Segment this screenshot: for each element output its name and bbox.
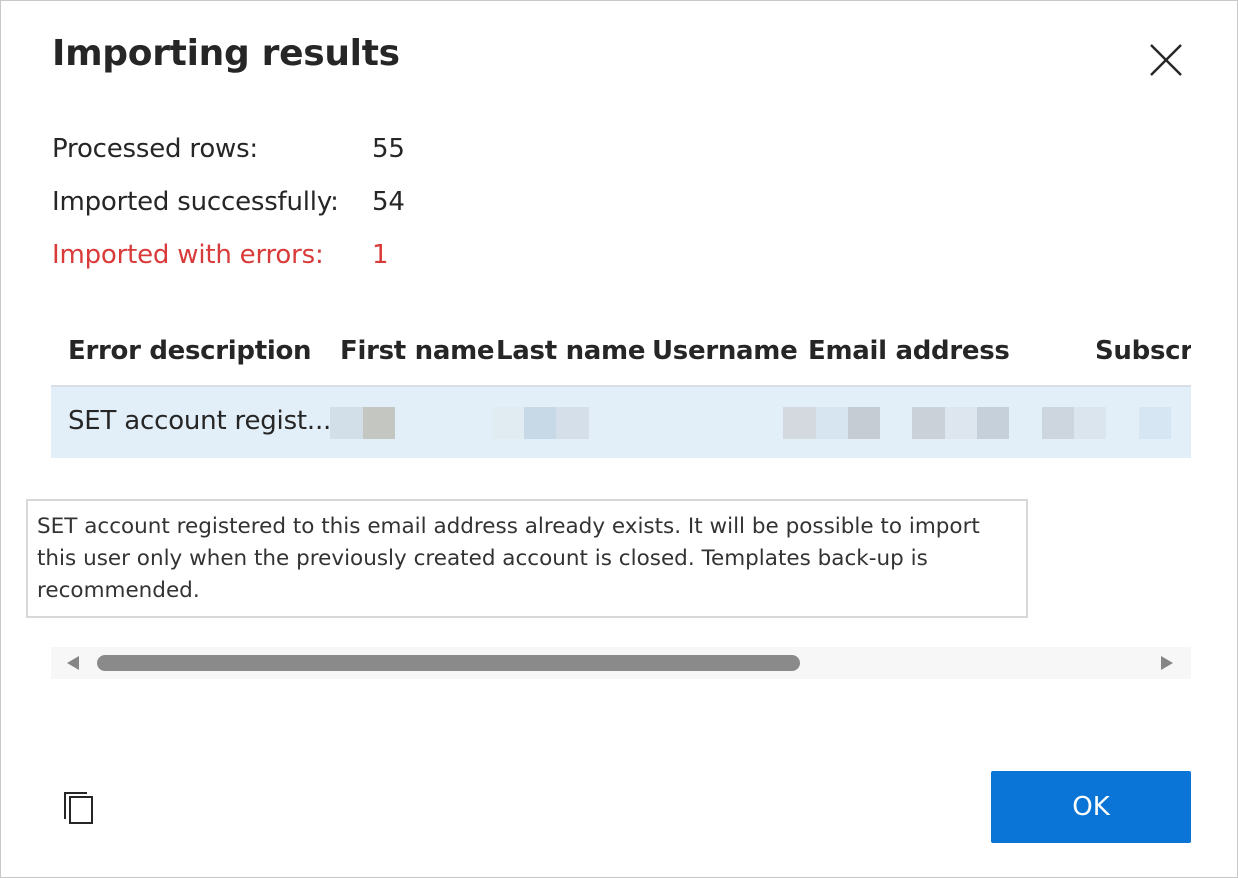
results-table: Error description First name Last name U… xyxy=(51,317,1191,458)
column-header-username[interactable]: Username xyxy=(652,336,798,366)
stat-label: Processed rows: xyxy=(52,134,258,164)
import-results-dialog: Importing results Processed rows: 55 Imp… xyxy=(0,0,1238,878)
dialog-title: Importing results xyxy=(52,33,400,74)
column-header-last-name[interactable]: Last name xyxy=(496,336,645,366)
ok-button[interactable]: OK xyxy=(991,771,1191,843)
error-description-cell[interactable]: SET account regist... xyxy=(68,406,331,436)
stat-label: Imported with errors: xyxy=(52,240,324,270)
stat-value: 55 xyxy=(372,134,405,164)
copy-icon[interactable] xyxy=(61,789,97,827)
scroll-left-arrow-icon[interactable] xyxy=(67,656,79,670)
stat-label: Imported successfully: xyxy=(52,187,339,217)
error-tooltip: SET account registered to this email add… xyxy=(26,499,1028,618)
column-header-first-name[interactable]: First name xyxy=(340,336,495,366)
scrollbar-thumb[interactable] xyxy=(97,655,800,671)
close-icon[interactable] xyxy=(1147,41,1185,79)
column-header-error-description[interactable]: Error description xyxy=(68,336,312,366)
stat-value: 1 xyxy=(372,240,389,270)
stat-value: 54 xyxy=(372,187,405,217)
scroll-right-arrow-icon[interactable] xyxy=(1161,656,1173,670)
column-header-subscription[interactable]: Subscri xyxy=(1095,336,1191,366)
column-header-email-address[interactable]: Email address xyxy=(808,336,1010,366)
horizontal-scrollbar[interactable] xyxy=(51,647,1191,679)
table-header: Error description First name Last name U… xyxy=(51,317,1191,387)
table-row[interactable]: SET account regist... xyxy=(51,387,1191,458)
